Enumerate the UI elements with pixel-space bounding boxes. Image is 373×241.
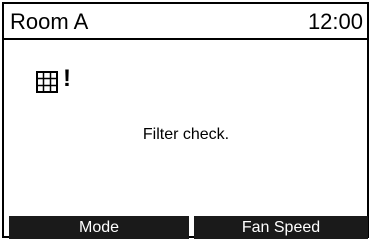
room-name: Room A (10, 9, 89, 34)
alert-panel: ! Filter check. (10, 46, 362, 202)
filter-grid-icon (36, 71, 58, 93)
alert-mark: ! (63, 65, 71, 92)
alert-message: Filter check. (142, 126, 230, 143)
fan-speed-button[interactable]: Fan Speed (194, 216, 368, 239)
filter-icon (36, 71, 58, 93)
mode-button[interactable]: Mode (9, 216, 189, 239)
softkey-bar: Mode Fan Speed (3, 216, 370, 239)
controller-display: Room A 12:00 ! Filter check. (2, 2, 369, 238)
clock: 12:00 (307, 9, 363, 34)
status-header: Room A 12:00 (4, 4, 367, 40)
